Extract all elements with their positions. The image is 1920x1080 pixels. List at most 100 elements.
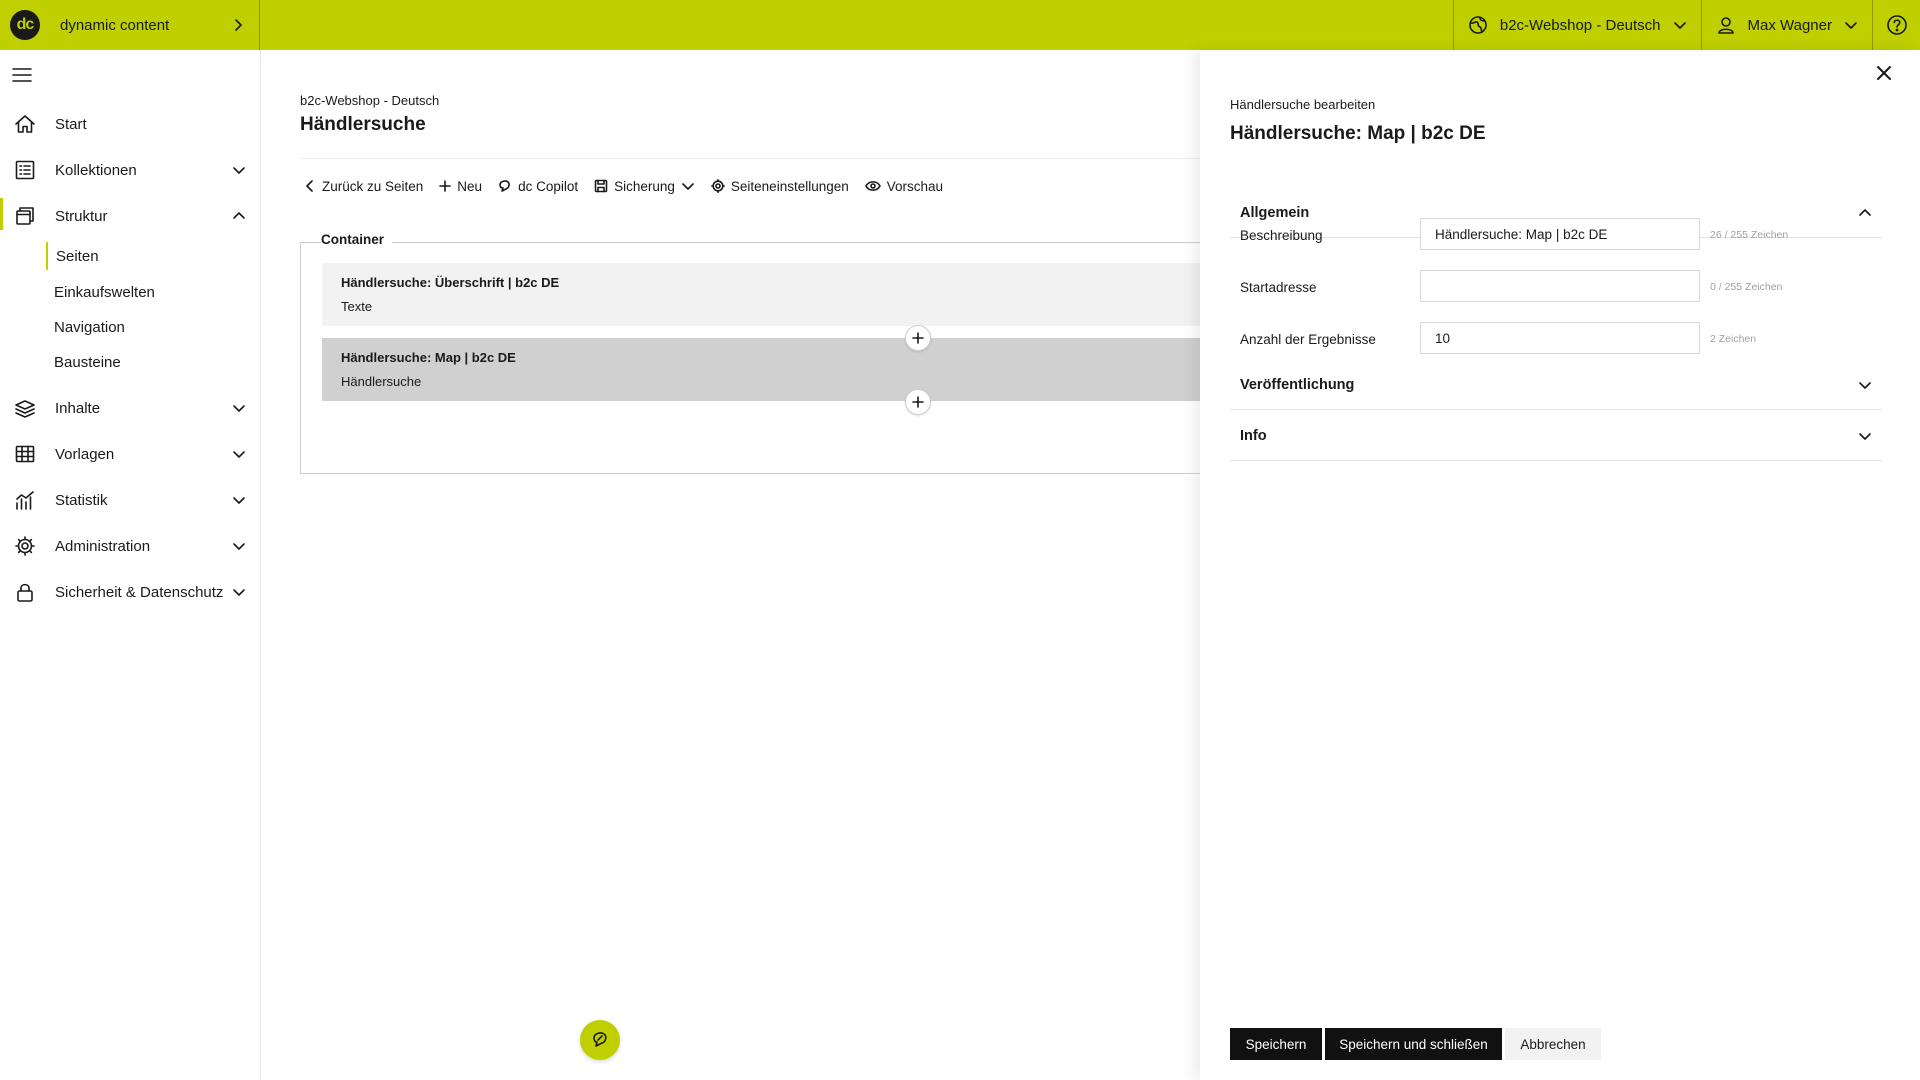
beschreibung-input[interactable] — [1420, 218, 1700, 250]
field-label-startadresse: Startadresse — [1240, 280, 1317, 295]
site-selector[interactable]: b2c-Webshop - Deutsch — [1452, 0, 1701, 50]
chevron-down-icon — [233, 451, 245, 458]
content-block[interactable]: Händlersuche: Überschrift | b2c DE Texte — [322, 263, 1200, 326]
sidebar-item-kollektionen[interactable]: Kollektionen — [0, 150, 260, 190]
app-switcher[interactable]: dc dynamic content — [0, 0, 260, 50]
block-type: Händlersuche — [341, 374, 422, 389]
char-counter: 2 Zeichen — [1710, 333, 1757, 345]
chevron-down-icon — [1859, 381, 1871, 389]
plus-icon — [912, 396, 924, 408]
chevron-down-icon — [233, 497, 245, 504]
block-title: Händlersuche: Überschrift | b2c DE — [341, 275, 560, 290]
app-name: dynamic content — [60, 16, 170, 34]
chevron-up-icon — [1859, 208, 1871, 216]
sidebar-item-struktur[interactable]: Struktur — [0, 196, 260, 236]
section-label: Veröffentlichung — [1240, 376, 1355, 393]
chevron-down-icon — [682, 183, 694, 190]
structure-icon — [16, 207, 34, 225]
sidebar-item-administration[interactable]: Administration — [0, 526, 260, 566]
lock-icon — [17, 583, 33, 602]
chart-icon — [16, 491, 34, 510]
chevron-up-icon — [233, 212, 245, 219]
save-and-close-button[interactable]: Speichern und schließen — [1325, 1028, 1502, 1060]
sidebar-item-statistik[interactable]: Statistik — [0, 480, 260, 520]
sidebar-item-label: Sicherheit & Datenschutz — [55, 583, 224, 601]
grid-icon — [15, 445, 35, 463]
sidebar-item-inhalte[interactable]: Inhalte — [0, 388, 260, 428]
edit-panel: Händlersuche bearbeiten Händlersuche: Ma… — [1200, 50, 1920, 1080]
user-menu[interactable]: Max Wagner — [1700, 0, 1872, 50]
chevron-right-icon — [235, 19, 242, 31]
chevron-down-icon — [233, 167, 245, 174]
divider — [300, 158, 1200, 159]
add-block-button[interactable] — [905, 389, 931, 415]
copilot-fab[interactable] — [580, 1020, 620, 1060]
sidebar-item-label: Vorlagen — [55, 445, 115, 463]
field-label-beschreibung: Beschreibung — [1240, 228, 1323, 243]
breadcrumb[interactable]: b2c-Webshop - Deutsch — [300, 93, 439, 108]
sidebar-item-label: Struktur — [55, 207, 108, 225]
sidebar-item-label: Start — [55, 115, 87, 133]
backup-button[interactable]: Sicherung — [594, 179, 675, 194]
copilot-button[interactable]: dc Copilot — [498, 179, 578, 194]
page-title: Händlersuche — [300, 114, 426, 135]
section-label: Info — [1240, 427, 1267, 444]
chevron-down-icon — [233, 543, 245, 550]
sidebar-item-sicherheit[interactable]: Sicherheit & Datenschutz — [0, 572, 260, 612]
startadresse-input[interactable] — [1420, 270, 1700, 302]
eye-icon — [864, 181, 881, 191]
menu-icon[interactable] — [12, 67, 32, 83]
copilot-icon — [593, 1032, 607, 1047]
section-info[interactable]: Info — [1230, 411, 1882, 461]
backup-dropdown-button[interactable] — [681, 179, 695, 193]
sidebar-subitem-bausteine[interactable]: Bausteine — [54, 348, 121, 376]
chevron-down-icon — [233, 589, 245, 596]
sidebar-subitem-seiten[interactable]: Seiten — [46, 242, 99, 270]
copilot-icon — [499, 180, 510, 192]
sidebar: Start Kollektionen Struktur Seiten Einka… — [0, 50, 261, 1080]
help-icon — [1886, 15, 1907, 35]
field-label-anzahl: Anzahl der Ergebnisse — [1240, 332, 1376, 347]
sidebar-subitem-einkaufswelten[interactable]: Einkaufswelten — [54, 278, 155, 306]
char-counter: 26 / 255 Zeichen — [1710, 229, 1789, 241]
user-icon — [1717, 17, 1734, 34]
copilot-label: dc Copilot — [518, 178, 579, 194]
section-veroeffentlichung[interactable]: Veröffentlichung — [1230, 360, 1882, 410]
chevron-down-icon — [1845, 22, 1857, 29]
chevron-down-icon — [1859, 432, 1871, 440]
user-name: Max Wagner — [1747, 16, 1832, 34]
cancel-button[interactable]: Abbrechen — [1505, 1028, 1601, 1060]
back-to-pages-button[interactable]: Zurück zu Seiten — [304, 179, 423, 194]
page-settings-button[interactable]: Seiteneinstellungen — [710, 178, 849, 194]
app-logo: dc — [10, 10, 40, 40]
backup-label: Sicherung — [614, 178, 675, 194]
home-icon — [15, 115, 35, 133]
page-settings-label: Seiteneinstellungen — [730, 178, 849, 194]
save-icon — [594, 179, 608, 193]
plus-icon — [439, 180, 452, 192]
add-block-button[interactable] — [905, 325, 931, 351]
back-label: Zurück zu Seiten — [322, 178, 424, 194]
save-button[interactable]: Speichern — [1230, 1028, 1322, 1060]
block-title: Händlersuche: Map | b2c DE — [341, 350, 516, 365]
block-type: Texte — [341, 299, 373, 314]
new-button[interactable]: Neu — [439, 179, 482, 194]
gear-icon — [15, 536, 35, 556]
chevron-left-icon — [306, 180, 313, 192]
panel-title: Händlersuche: Map | b2c DE — [1230, 123, 1486, 144]
plus-icon — [912, 332, 924, 344]
preview-button[interactable]: Vorschau — [864, 179, 943, 194]
sidebar-item-start[interactable]: Start — [0, 104, 260, 144]
sidebar-item-label: Inhalte — [55, 399, 101, 417]
layers-icon — [15, 400, 35, 418]
content-block-selected[interactable]: Händlersuche: Map | b2c DE Händlersuche — [322, 338, 1200, 401]
sidebar-item-label: Statistik — [55, 491, 108, 509]
gear-icon — [710, 179, 725, 193]
help-button[interactable] — [1872, 0, 1920, 50]
close-icon[interactable] — [1876, 65, 1892, 81]
sidebar-item-vorlagen[interactable]: Vorlagen — [0, 434, 260, 474]
page-toolbar: Zurück zu Seiten Neu dc Copilot Sicherun… — [304, 174, 959, 198]
sidebar-subitem-navigation[interactable]: Navigation — [54, 313, 125, 341]
anzahl-ergebnisse-input[interactable] — [1420, 322, 1700, 354]
chevron-down-icon — [1673, 22, 1686, 29]
